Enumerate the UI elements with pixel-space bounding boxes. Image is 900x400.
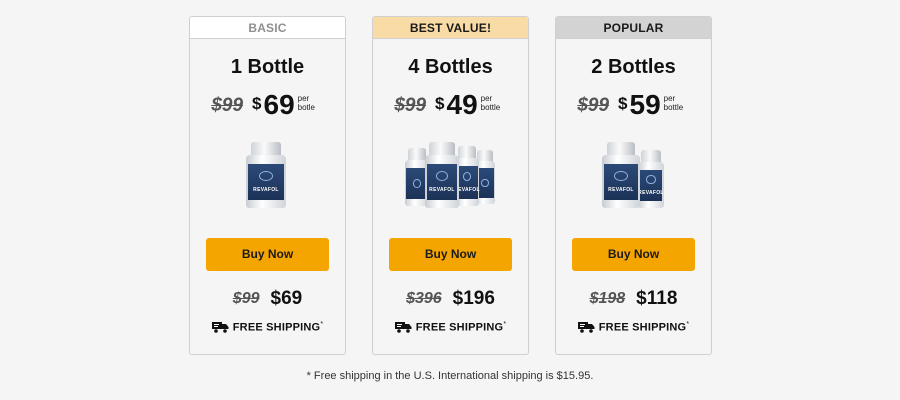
old-total-price: $396	[406, 290, 442, 307]
old-total-price: $198	[589, 290, 626, 307]
total-price-row: $396 $196	[373, 288, 528, 310]
unit-price: 69	[263, 89, 295, 120]
unit-price-row: $99 $ 59 per bottle	[556, 90, 711, 122]
free-shipping-label: FREE SHIPPING*	[598, 320, 690, 334]
currency-symbol: $	[618, 94, 628, 113]
shipping-row: FREE SHIPPING*	[190, 319, 345, 335]
buy-now-button[interactable]: Buy Now	[389, 238, 512, 271]
offer-card-best-value: BEST VALUE! 4 Bottles $99 $ 49 per bottle…	[372, 16, 529, 355]
offer-badge: BASIC	[190, 17, 345, 39]
total-price: $118	[636, 288, 678, 309]
free-shipping-label: FREE SHIPPING*	[232, 320, 324, 334]
offer-badge: POPULAR	[556, 17, 711, 39]
old-total-price: $99	[232, 290, 260, 307]
shipping-row: FREE SHIPPING*	[556, 319, 711, 335]
old-unit-price: $99	[394, 95, 427, 116]
offer-card-popular: POPULAR 2 Bottles $99 $ 59 per bottle REV…	[555, 16, 712, 355]
offer-quantity: 2 Bottles	[591, 56, 676, 78]
unit-price: 49	[446, 89, 478, 120]
total-price-row: $198 $118	[556, 288, 711, 310]
truck-icon	[394, 322, 412, 333]
unit-price: 59	[629, 89, 661, 120]
bottle-image: REVAFOL	[602, 142, 640, 208]
per-bottle-label: per bottle	[663, 94, 684, 112]
bottle-image: REVAFOL	[638, 150, 664, 208]
bottle-image: REVAFOL	[246, 142, 286, 208]
old-unit-price: $99	[577, 95, 610, 116]
offer-quantity: 1 Bottle	[230, 56, 305, 78]
total-price-row: $99 $69	[190, 288, 345, 310]
bottle-image: REVAFOL	[425, 142, 459, 208]
shipping-footnote: * Free shipping in the U.S. Internationa…	[306, 370, 594, 382]
currency-symbol: $	[252, 94, 262, 113]
buy-now-button[interactable]: Buy Now	[572, 238, 695, 271]
per-bottle-label: per bottle	[480, 94, 501, 112]
total-price: $69	[270, 288, 303, 309]
truck-icon	[577, 322, 595, 333]
product-image: REVAFOL REVAFOL	[556, 136, 711, 214]
offer-card-basic: BASIC 1 Bottle $99 $ 69 per botle REVAFOL…	[189, 16, 346, 355]
unit-price-row: $99 $ 69 per botle	[190, 90, 345, 122]
product-image: REVAFOL	[190, 136, 345, 214]
unit-price-row: $99 $ 49 per bottle	[373, 90, 528, 122]
old-unit-price: $99	[211, 95, 244, 116]
buy-now-button[interactable]: Buy Now	[206, 238, 329, 271]
total-price: $196	[452, 288, 495, 309]
offer-badge: BEST VALUE!	[373, 17, 528, 39]
per-bottle-label: per botle	[297, 94, 316, 112]
product-image: REVAFOL REVAFOL	[373, 136, 528, 214]
truck-icon	[211, 322, 229, 333]
offer-quantity: 4 Bottles	[408, 56, 493, 78]
currency-symbol: $	[435, 94, 445, 113]
shipping-row: FREE SHIPPING*	[373, 319, 528, 335]
free-shipping-label: FREE SHIPPING*	[415, 320, 507, 334]
